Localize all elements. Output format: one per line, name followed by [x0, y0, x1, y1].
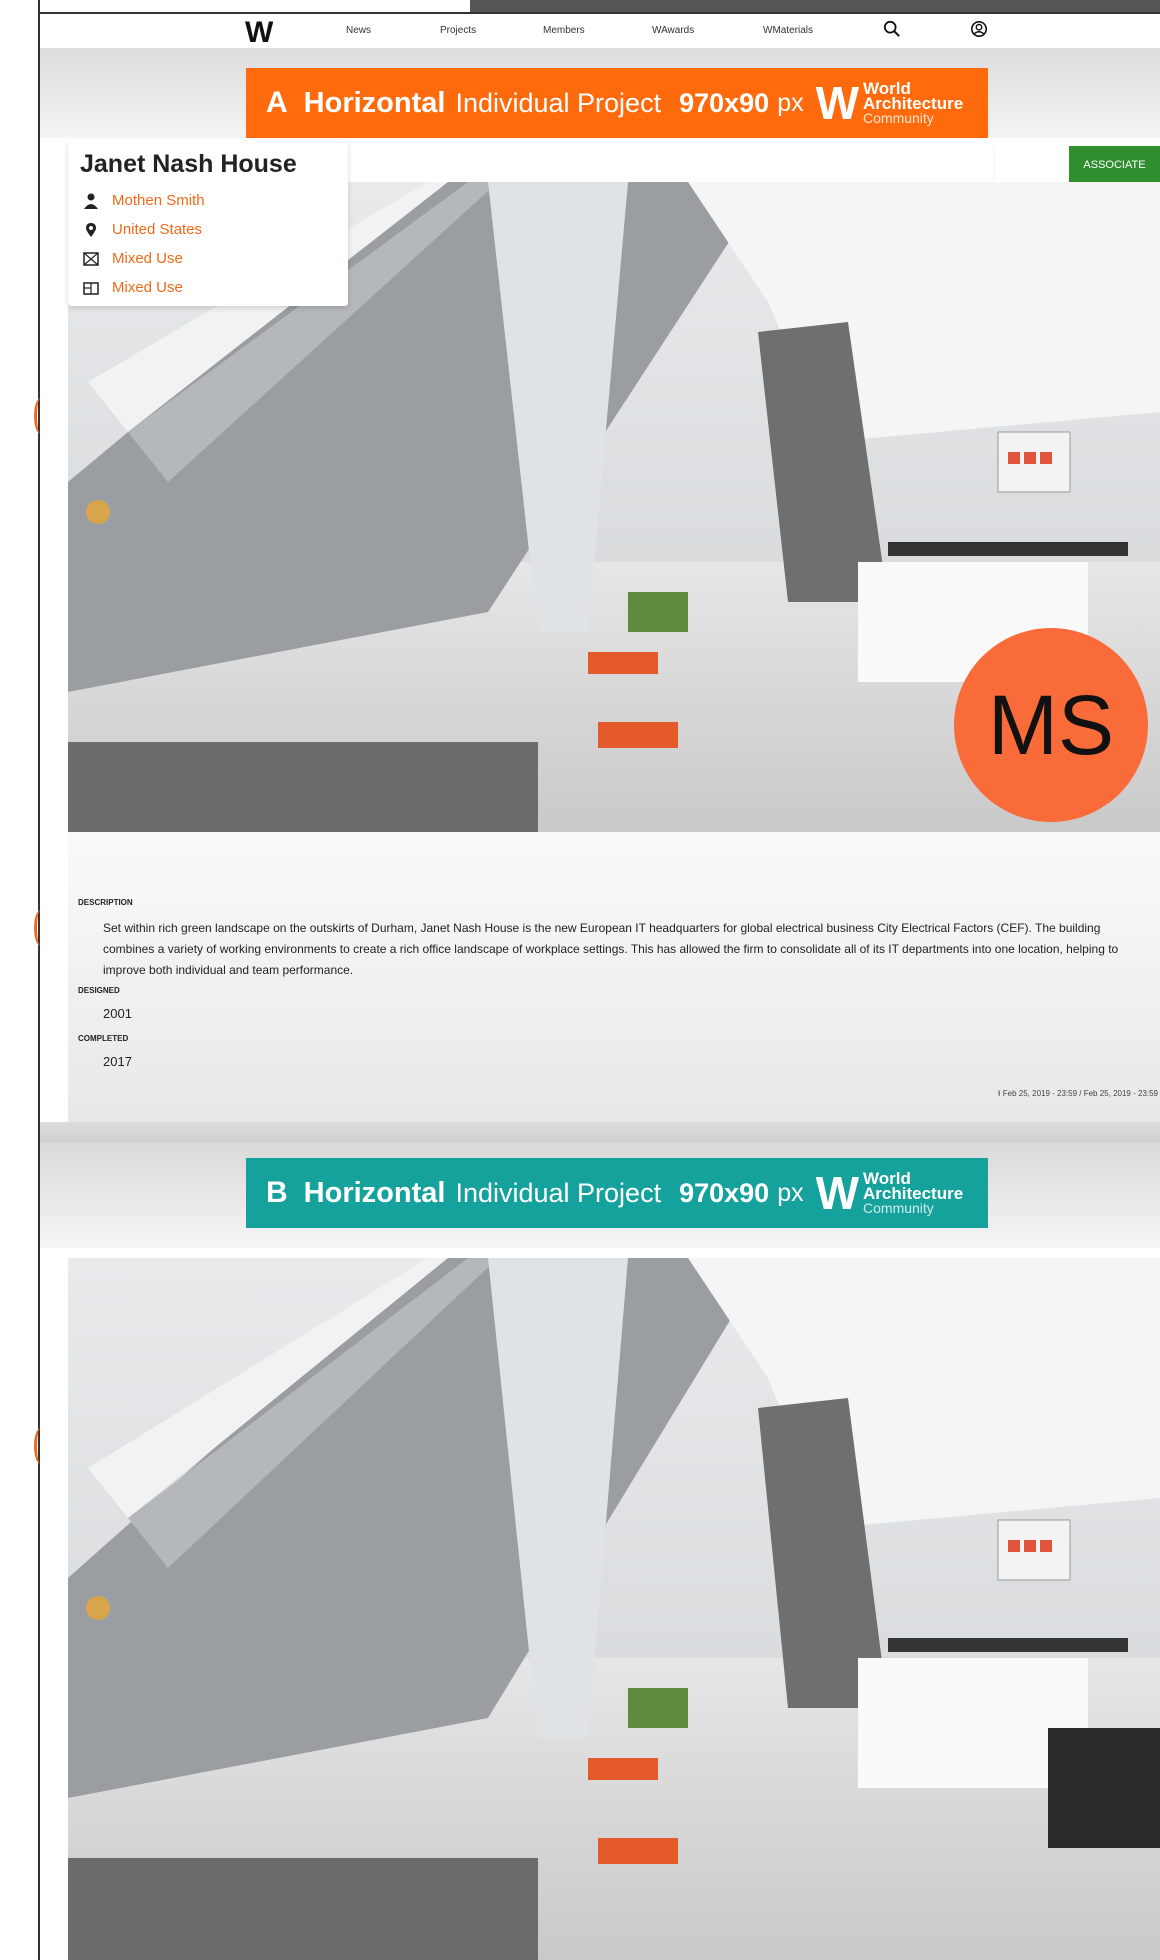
upload-icon: ⭱ [997, 1089, 1001, 1098]
user-account-icon[interactable] [970, 20, 988, 38]
project-header-strip [348, 144, 993, 182]
author-name[interactable]: Mothen Smith [112, 192, 205, 209]
wa-logo-icon: W [815, 1167, 860, 1219]
building-type-icon [83, 251, 99, 266]
type-row-1[interactable]: Mixed Use [82, 250, 183, 267]
ad-banner-b[interactable]: B Horizontal Individual Project 970x90 p… [246, 1158, 988, 1228]
location-name[interactable]: United States [112, 221, 202, 238]
project-photo-b [68, 1258, 1160, 1960]
project-info-card: Janet Nash House Mothen Smith United Sta… [68, 140, 348, 306]
brand-wordmark: World Architecture Community [863, 1170, 964, 1216]
map-pin-icon [86, 222, 96, 237]
section-divider [40, 1122, 1160, 1142]
completed-label: COMPLETED [78, 1034, 129, 1043]
top-nav: W News Projects Members WAwards WMateria… [40, 14, 1160, 50]
banner-letter: A [266, 86, 288, 119]
banner-size: 970x90 [679, 1177, 770, 1208]
side-marker-1 [34, 398, 47, 434]
banner-letter: B [266, 1176, 288, 1209]
nav-wawards[interactable]: WAwards [652, 25, 694, 36]
nav-projects[interactable]: Projects [440, 25, 476, 36]
type-name-1[interactable]: Mixed Use [112, 250, 183, 267]
designed-year: 2001 [103, 1006, 132, 1021]
ad-banner-a[interactable]: A Horizontal Individual Project 970x90 p… [246, 68, 988, 138]
brand-line-2: Architecture [863, 1183, 964, 1203]
author-avatar[interactable]: MS [954, 628, 1148, 822]
brand-line-3: Community [863, 109, 934, 126]
author-row[interactable]: Mothen Smith [82, 192, 205, 209]
banner-word-horizontal: Horizontal [303, 1176, 446, 1209]
nav-news[interactable]: News [346, 25, 371, 36]
nav-members[interactable]: Members [543, 25, 585, 36]
project-details-panel: DESCRIPTION Set within rich green landsc… [68, 832, 1160, 1122]
floor-plan-icon [83, 281, 99, 295]
brand-wordmark: World Architecture Community [863, 80, 964, 126]
banner-word-project: Individual Project [455, 87, 662, 118]
side-marker-2 [34, 910, 47, 946]
designed-label: DESIGNED [78, 986, 120, 995]
wa-logo-icon: W [815, 77, 860, 129]
type-row-2[interactable]: Mixed Use [82, 279, 183, 296]
completed-year: 2017 [103, 1054, 132, 1069]
banner-word-project: Individual Project [455, 1177, 662, 1208]
frame-left-line [38, 0, 40, 1960]
description-label: DESCRIPTION [78, 898, 133, 907]
search-icon[interactable] [883, 20, 901, 38]
brand-line-3: Community [863, 1199, 934, 1216]
type-name-2[interactable]: Mixed Use [112, 279, 183, 296]
banner-size: 970x90 [679, 87, 770, 118]
associate-badge[interactable]: ASSOCIATE [1069, 146, 1160, 184]
location-row[interactable]: United States [82, 221, 202, 238]
brand-line-2: Architecture [863, 93, 964, 113]
timestamp: ⭱ Feb 25, 2019 - 23:59 / Feb 25, 2019 - … [998, 1088, 1158, 1102]
banner-unit: px [777, 88, 804, 117]
nav-wmaterials[interactable]: WMaterials [763, 25, 813, 36]
side-marker-3 [34, 1428, 47, 1464]
site-logo[interactable]: W [245, 16, 273, 50]
interior-photo-b [68, 1258, 1160, 1960]
top-dark-bar [470, 0, 1160, 12]
banner-word-horizontal: Horizontal [303, 86, 446, 119]
banner-unit: px [777, 1178, 804, 1207]
description-text: Set within rich green landscape on the o… [103, 921, 1119, 977]
project-title: Janet Nash House [80, 150, 297, 178]
timestamp-text: Feb 25, 2019 - 23:59 / Feb 25, 2019 - 23… [1002, 1089, 1158, 1098]
person-icon [84, 193, 98, 209]
